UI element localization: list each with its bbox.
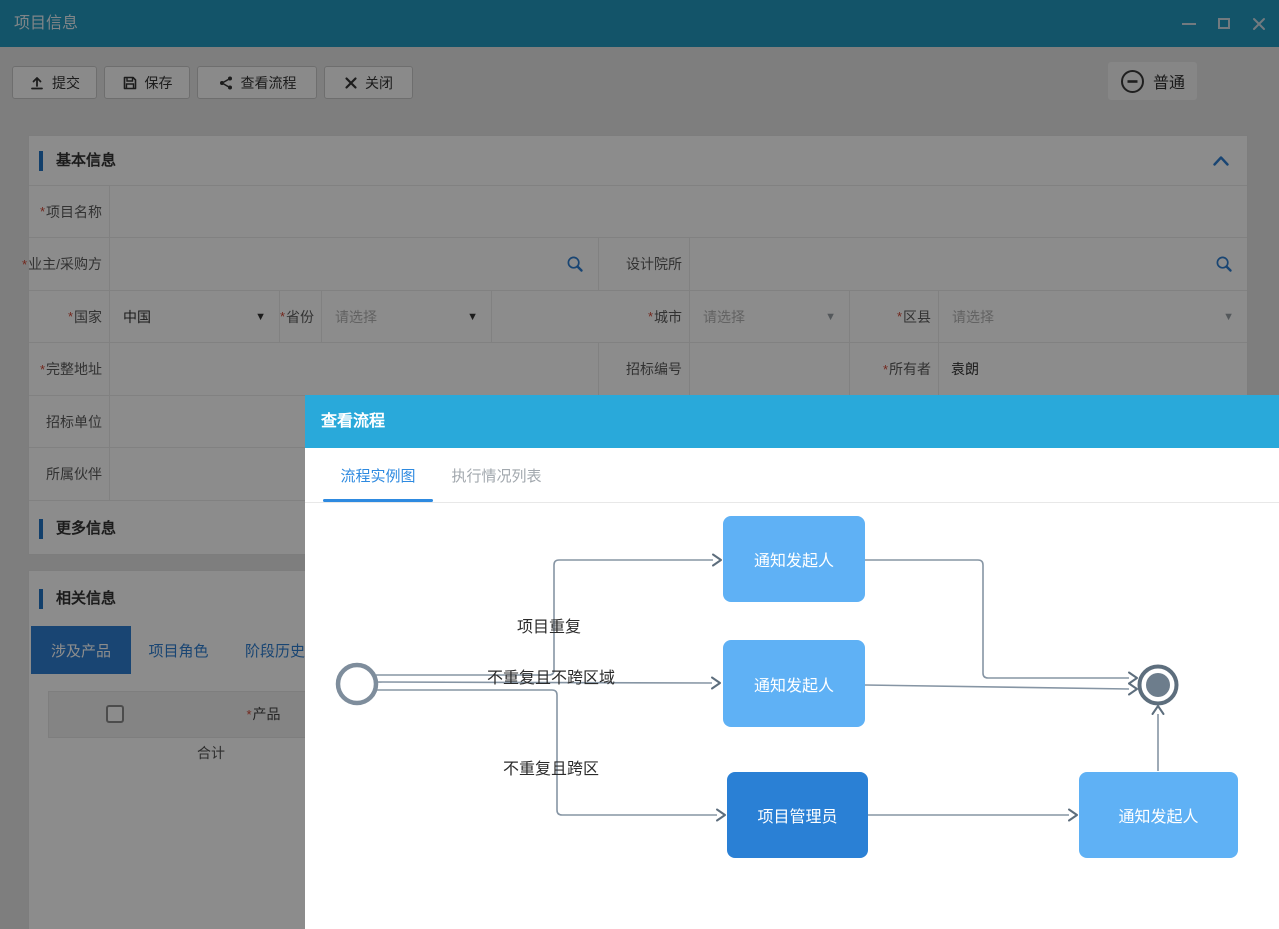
view-process-modal: 查看流程 流程实例图 执行情况列表 bbox=[305, 395, 1279, 929]
edge-label-no-dup-no-cross: 不重复且不跨区域 bbox=[487, 664, 615, 688]
flow-node-notify-initiator-mid: 通知发起人 bbox=[723, 640, 865, 727]
flow-node-notify-initiator-top: 通知发起人 bbox=[723, 516, 865, 602]
tab-execution-list[interactable]: 执行情况列表 bbox=[445, 448, 548, 502]
arrowhead bbox=[1069, 810, 1077, 821]
arrowhead bbox=[1129, 684, 1137, 695]
start-node bbox=[338, 665, 376, 703]
arrowhead bbox=[712, 678, 720, 689]
edge-label-no-dup-cross: 不重复且跨区 bbox=[503, 755, 599, 779]
flow-node-notify-initiator-end: 通知发起人 bbox=[1079, 772, 1238, 858]
project-info-window: 项目信息 提交 保存 查看流程 关闭 普通 基本信息 bbox=[0, 0, 1279, 929]
modal-header: 查看流程 bbox=[305, 395, 1279, 448]
arrowhead bbox=[1129, 673, 1137, 684]
arrowhead bbox=[717, 810, 725, 821]
tab-process-diagram[interactable]: 流程实例图 bbox=[323, 448, 433, 502]
arrowhead bbox=[713, 555, 721, 566]
end-node-core bbox=[1146, 673, 1170, 697]
modal-tabs: 流程实例图 执行情况列表 bbox=[305, 448, 1279, 503]
arrowhead bbox=[1153, 706, 1164, 714]
modal-title: 查看流程 bbox=[321, 395, 385, 448]
edge-label-duplicate: 项目重复 bbox=[517, 613, 581, 637]
flow-node-project-admin: 项目管理员 bbox=[727, 772, 868, 858]
